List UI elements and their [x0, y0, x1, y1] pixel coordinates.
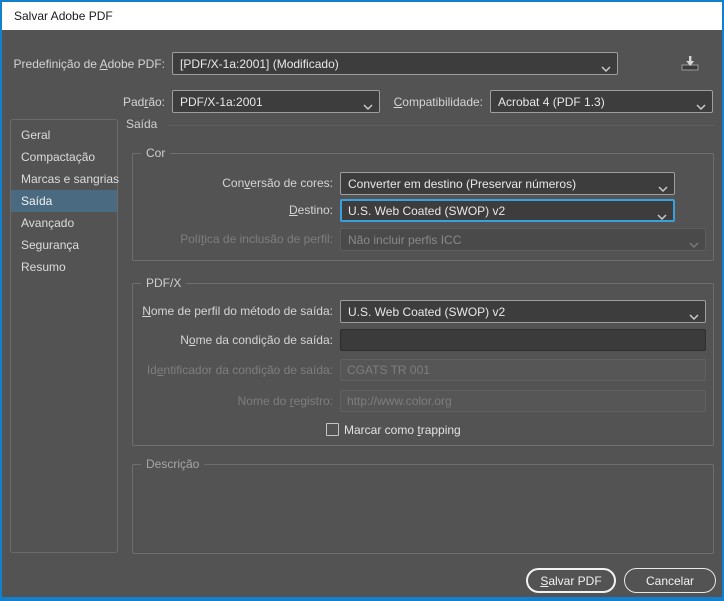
color-conversion-dropdown[interactable]: Converter em destino (Preservar números) — [340, 172, 675, 195]
save-preset-button[interactable] — [676, 53, 704, 75]
registry-name-label: Nome do registro: — [237, 394, 333, 408]
cancel-button[interactable]: Cancelar — [624, 568, 716, 593]
destination-label: Destino: — [288, 203, 333, 217]
download-icon — [679, 54, 701, 75]
trapping-checkbox-label[interactable]: Marcar como trapping — [344, 422, 461, 438]
sidebar-item-marcas-e-sangrias[interactable]: Marcas e sangrias — [11, 168, 119, 190]
sidebar-item-compactacao[interactable]: Compactação — [11, 146, 117, 168]
save-pdf-button[interactable]: Salvar PDF — [526, 568, 616, 593]
standard-dropdown[interactable]: PDF/X-1a:2001 — [172, 90, 380, 113]
save-adobe-pdf-dialog: Salvar Adobe PDF Predefinição de Adobe P… — [0, 0, 724, 601]
preset-label: Predefinição de Adobe PDF: — [13, 57, 165, 71]
output-condition-name-label: Nome da condição de saída: — [180, 333, 333, 347]
preset-dropdown[interactable]: [PDF/X-1a:2001] (Modificado) — [172, 52, 618, 75]
registry-name-input — [340, 390, 706, 412]
destination-dropdown[interactable]: U.S. Web Coated (SWOP) v2 — [340, 199, 675, 222]
output-intent-profile-label: Nome de perfil do método de saída: — [142, 304, 333, 318]
chevron-down-icon — [689, 237, 699, 251]
chevron-down-icon — [601, 61, 611, 75]
sidebar-item-avancado[interactable]: Avançado — [11, 212, 117, 234]
trapping-checkbox[interactable] — [326, 423, 339, 436]
profile-policy-dropdown: Não incluir perfis ICC — [340, 228, 706, 251]
output-condition-id-label: Identificador da condição de saída: — [146, 363, 333, 377]
description-group: Descrição — [132, 457, 714, 554]
dialog-title: Salvar Adobe PDF — [14, 9, 113, 23]
pdfx-group-legend: PDF/X — [141, 276, 187, 291]
chevron-down-icon — [696, 99, 706, 113]
sidebar-item-seguranca[interactable]: Segurança — [11, 234, 117, 256]
header-rule — [167, 124, 714, 126]
sidebar-item-saida[interactable]: Saída — [11, 190, 117, 212]
title-bar[interactable]: Salvar Adobe PDF — [2, 2, 722, 30]
compatibility-label: Compatibilidade: — [393, 95, 483, 109]
chevron-down-icon — [689, 309, 699, 323]
panel-header: Saída — [126, 113, 714, 135]
pdfx-group: PDF/X Nome de perfil do método de saída:… — [132, 276, 714, 446]
panel-title: Saída — [126, 117, 158, 131]
output-intent-profile-dropdown[interactable]: U.S. Web Coated (SWOP) v2 — [340, 300, 706, 323]
output-condition-name-input[interactable] — [340, 329, 706, 351]
compatibility-dropdown[interactable]: Acrobat 4 (PDF 1.3) — [490, 90, 713, 113]
standard-label: Padrão: — [122, 95, 165, 109]
sidebar-item-geral[interactable]: Geral — [11, 124, 117, 146]
profile-policy-label: Política de inclusão de perfil: — [180, 232, 333, 246]
settings-category-list: Geral Compactação Marcas e sangrias Saíd… — [10, 119, 119, 553]
output-condition-id-input — [340, 359, 706, 381]
chevron-down-icon — [658, 181, 668, 195]
sidebar-item-resumo[interactable]: Resumo — [11, 256, 117, 278]
description-group-legend: Descrição — [141, 457, 205, 472]
color-conversion-label: Conversão de cores: — [222, 176, 333, 190]
color-group-legend: Cor — [141, 146, 171, 161]
chevron-down-icon — [657, 209, 667, 223]
color-group: Cor Conversão de cores: Converter em des… — [132, 146, 714, 261]
